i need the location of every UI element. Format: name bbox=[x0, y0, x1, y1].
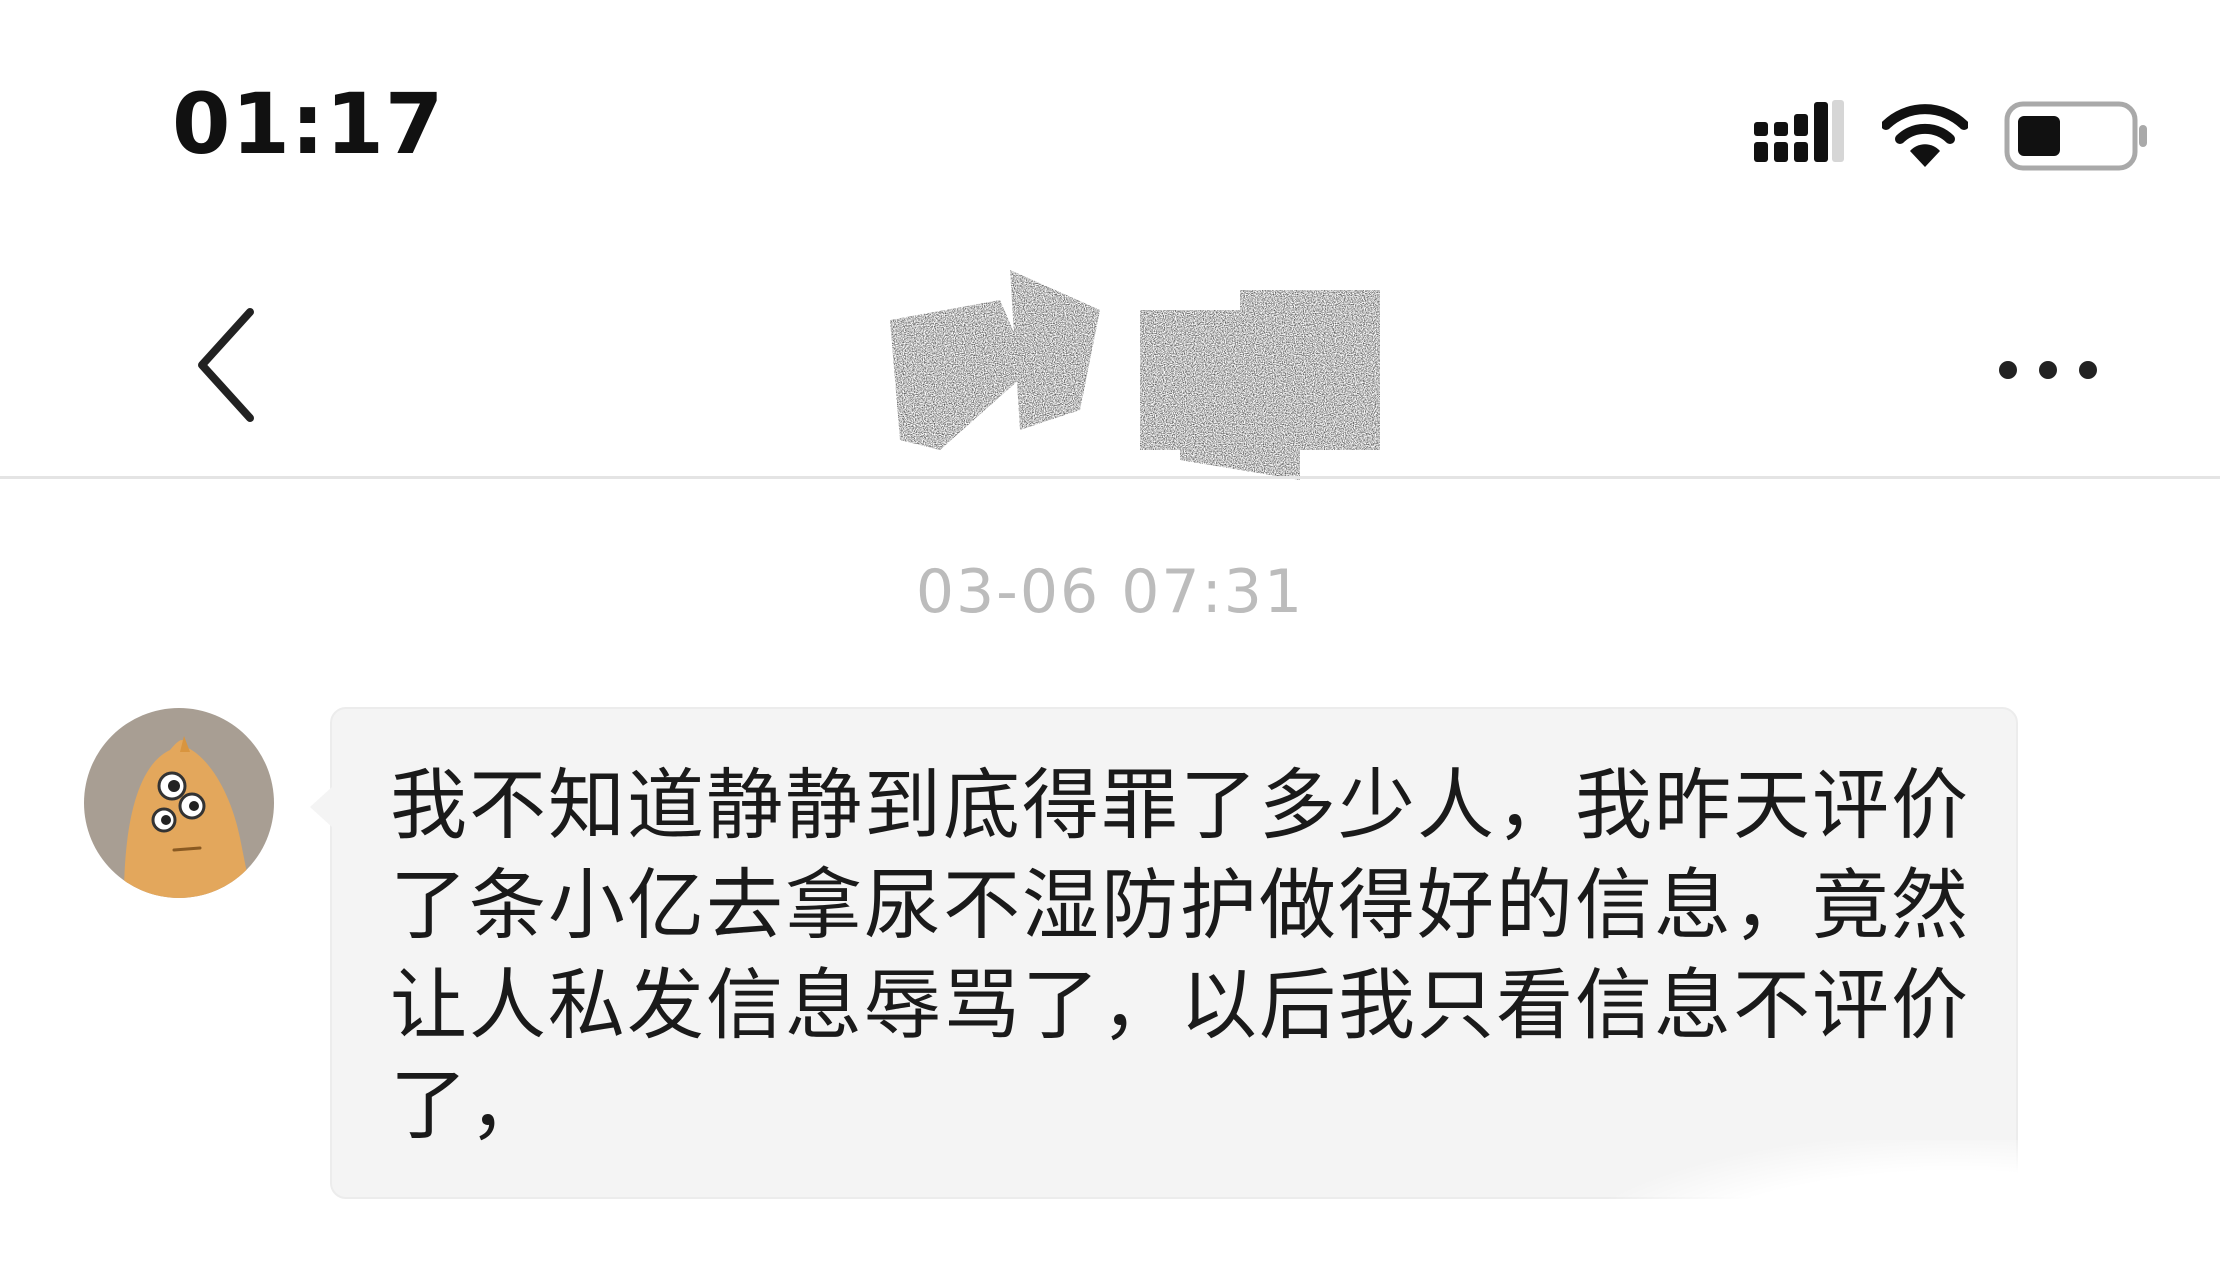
status-time: 01:17 bbox=[172, 75, 445, 173]
cartoon-avatar-icon bbox=[124, 736, 252, 898]
message-timestamp: 03-06 07:31 bbox=[915, 557, 1305, 627]
chat-screen: 01:17 03-06 07:31 我不知道静静到底得罪了多少人，我昨天评价了条… bbox=[0, 0, 2220, 1280]
sender-avatar[interactable] bbox=[84, 708, 274, 898]
image-corner-fade bbox=[1560, 1140, 2220, 1280]
message-text: 我不知道静静到底得罪了多少人，我昨天评价了条小亿去拿尿不湿防护做得好的信息，竟然… bbox=[390, 762, 1970, 1151]
more-horizontal-icon bbox=[1999, 361, 2097, 379]
more-options-button[interactable] bbox=[1990, 330, 2120, 410]
nav-divider bbox=[0, 476, 2220, 479]
nav-bar bbox=[0, 260, 2220, 480]
message-bubble[interactable]: 我不知道静静到底得罪了多少人，我昨天评价了条小亿去拿尿不湿防护做得好的信息，竟然… bbox=[310, 707, 2018, 1199]
status-icons bbox=[1754, 96, 2150, 176]
battery-icon bbox=[2004, 101, 2147, 171]
cellular-signal-icon bbox=[1754, 100, 1844, 162]
chevron-left-icon bbox=[198, 308, 254, 422]
bubble-tail bbox=[310, 787, 332, 827]
wifi-icon bbox=[1882, 104, 1968, 167]
back-button[interactable] bbox=[180, 300, 270, 430]
conversation-title-redacted bbox=[880, 260, 1420, 490]
